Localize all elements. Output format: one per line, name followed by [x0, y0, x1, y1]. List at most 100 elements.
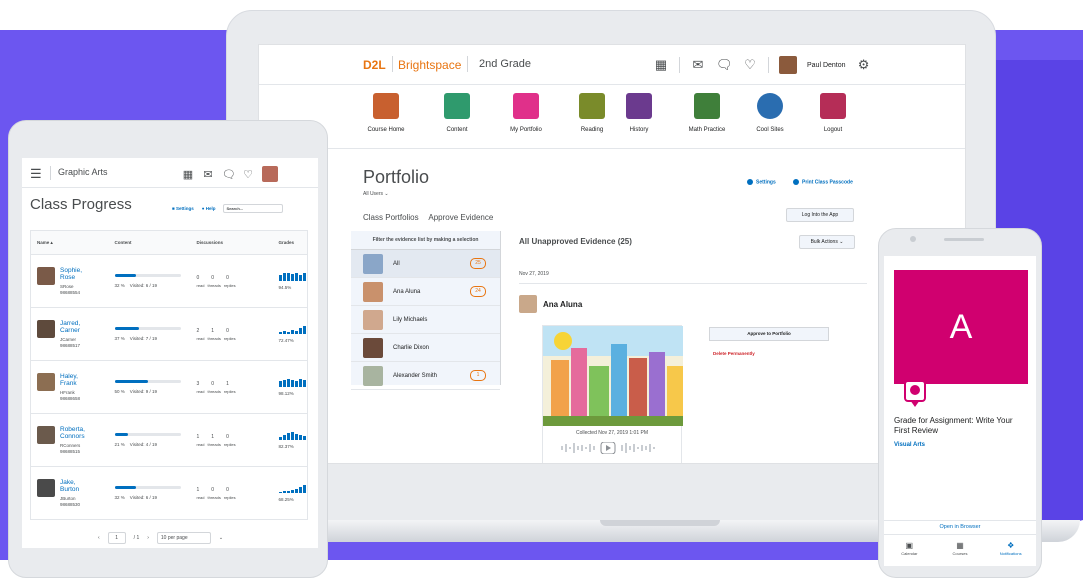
per-page-select[interactable]: 10 per page [156, 532, 211, 544]
filter-item-name: All [393, 260, 400, 267]
grades-cell[interactable]: 98.12% [272, 360, 308, 414]
tile-math-practice[interactable]: Math Practice [677, 93, 737, 133]
filter-item-alexander-smith[interactable]: Alexander Smith 1 [351, 362, 500, 390]
print-passcode-link[interactable]: Print Class Passcode [793, 179, 853, 185]
course-name[interactable]: 2nd Grade [479, 58, 531, 70]
chat-icon[interactable]: 🗨 [716, 57, 733, 73]
settings-link[interactable]: ■ Settings [172, 206, 194, 211]
settings-link[interactable]: Settings [747, 179, 776, 185]
next-page-icon[interactable]: › [147, 535, 149, 541]
tile-cool-sites[interactable]: Cool Sites [740, 93, 800, 133]
discussions-cell[interactable]: 1 0 0 read threads replies [190, 466, 273, 520]
user-name[interactable]: Paul Denton [807, 62, 846, 69]
content-cell[interactable]: 32 % Visited: 6 / 19 [108, 254, 191, 308]
course-image[interactable]: A [894, 270, 1028, 384]
column-header-label: Name [37, 239, 50, 245]
discussions-cell[interactable]: 2 1 0 read threads replies [190, 307, 273, 361]
tile-course-home[interactable]: Course Home [356, 93, 416, 133]
tab-class-portfolios[interactable]: Class Portfolios [363, 213, 419, 222]
content-visited: Visited: 7 / 19 [129, 336, 157, 341]
discussions-cell[interactable]: 3 0 1 read threads replies [190, 360, 273, 414]
content-cell[interactable]: 50 % Visited: 9 / 19 [108, 360, 191, 414]
mail-icon[interactable]: ✉ [690, 57, 706, 73]
grid-icon: ▦ [956, 541, 964, 550]
page-input[interactable]: 1 [107, 532, 126, 544]
course-link[interactable]: Visual Arts [894, 442, 925, 448]
calculator-icon [694, 93, 720, 119]
chevron-down-icon[interactable]: ⌄ [219, 535, 223, 541]
content-cell[interactable]: 32 % Visited: 6 / 19 [108, 466, 191, 520]
help-link[interactable]: ● Help [202, 206, 216, 211]
tab-notifications[interactable]: ❖ Notifications [985, 535, 1036, 566]
hamburger-icon[interactable]: ☰ [30, 166, 42, 182]
tile-label: History [629, 127, 649, 133]
audio-wave[interactable] [561, 442, 665, 454]
student-name-link[interactable]: Sophie, Rose [60, 267, 82, 281]
evidence-card[interactable]: Collected Nov 27, 2019 1:01 PM [542, 325, 683, 463]
filter-item-ana-aluna[interactable]: Ana Aluna 24 [351, 278, 500, 306]
grid-icon[interactable]: ▦ [182, 168, 194, 181]
chat-icon[interactable]: 🗨 [222, 168, 236, 181]
student-first: Haley, [60, 372, 78, 380]
user-filter-dropdown[interactable]: All Users ⌄ [363, 191, 389, 197]
disc-label: threads [207, 494, 221, 500]
student-name-link[interactable]: Jake, Burton [60, 479, 80, 493]
student-name-link[interactable]: Roberta, Connors [60, 426, 85, 440]
tab-courses[interactable]: ▦ Courses [935, 535, 986, 566]
column-header-name[interactable]: Name ▴ [30, 230, 109, 255]
content-cell[interactable]: 37 % Visited: 7 / 19 [108, 307, 191, 361]
museum-icon [626, 93, 652, 119]
student-name-link[interactable]: Haley, Frank [60, 373, 80, 387]
replies-count: 0 [226, 433, 229, 440]
student-name-link[interactable]: Jarred, Carner [60, 320, 80, 334]
bell-icon[interactable]: ♡ [242, 168, 254, 181]
filter-item-charlie-dixon[interactable]: Charlie Dixon [351, 334, 500, 362]
course-name[interactable]: Graphic Arts [58, 167, 108, 177]
approve-to-portfolio-button[interactable]: Approve to Portfolio [709, 327, 829, 341]
bell-icon[interactable]: ♡ [742, 57, 758, 73]
grid-icon[interactable]: ▦ [653, 57, 669, 73]
filter-item-all[interactable]: All 25 [351, 250, 500, 278]
log-into-app-button[interactable]: Log Into the App [786, 208, 854, 222]
d2l-logo[interactable]: D2L [363, 58, 386, 72]
tile-history[interactable]: History [609, 93, 669, 133]
threads-count: 0 [211, 486, 215, 493]
user-filter-label: All Users [363, 191, 384, 197]
progress-fill [114, 433, 129, 436]
tab-calendar[interactable]: ▣ Calendar [884, 535, 935, 566]
discussions-cell[interactable]: 0 0 0 read threads replies [190, 254, 273, 308]
search-input[interactable]: Search... [223, 204, 284, 213]
printer-icon [793, 179, 799, 185]
content-cell[interactable]: 21 % Visited: 4 / 19 [108, 413, 191, 467]
prev-page-icon[interactable]: ‹ [98, 535, 100, 541]
table-header-row: Name ▴ Content Discussions Grades [30, 230, 308, 255]
delete-permanently-link[interactable]: Delete Permanently [713, 351, 755, 356]
open-in-browser-link[interactable]: Open in Browser [884, 520, 1036, 530]
avatar [37, 372, 55, 391]
tablet-screen: ☰ Graphic Arts ▦ ✉ 🗨 ♡ Class Progress ■ … [22, 158, 318, 548]
discussions-cell[interactable]: 1 1 0 read threads replies [190, 413, 273, 467]
brand-name[interactable]: Brightspace [398, 58, 461, 72]
tile-my-portfolio[interactable]: My Portfolio [496, 93, 556, 133]
tile-content[interactable]: Content [427, 93, 487, 133]
grades-cell[interactable]: 68.25% [272, 466, 308, 520]
avatar[interactable] [779, 56, 797, 74]
tile-logout[interactable]: Logout [803, 93, 863, 133]
mail-icon[interactable]: ✉ [202, 168, 214, 181]
grades-cell[interactable]: 82.37% [272, 413, 308, 467]
disc-label: replies [223, 441, 236, 447]
progress-fill [114, 327, 139, 330]
grades-cell[interactable]: 94.5% [272, 254, 308, 308]
student-last: Carner [60, 326, 80, 334]
column-header-discussions: Discussions [190, 230, 273, 255]
tab-approve-evidence[interactable]: Approve Evidence [428, 213, 493, 222]
notification-title[interactable]: Grade for Assignment: Write Your First R… [894, 416, 1028, 436]
content-progress-bar [114, 380, 181, 383]
grades-cell[interactable]: 72.47% [272, 307, 308, 361]
avatar[interactable] [262, 166, 278, 182]
gear-icon[interactable]: ⚙ [856, 57, 872, 73]
bulk-actions-button[interactable]: Bulk Actions ⌄ [799, 235, 855, 249]
filter-item-lily-michaels[interactable]: Lily Michaels [351, 306, 500, 334]
content-progress-bar [114, 486, 181, 489]
avatar [37, 425, 55, 444]
